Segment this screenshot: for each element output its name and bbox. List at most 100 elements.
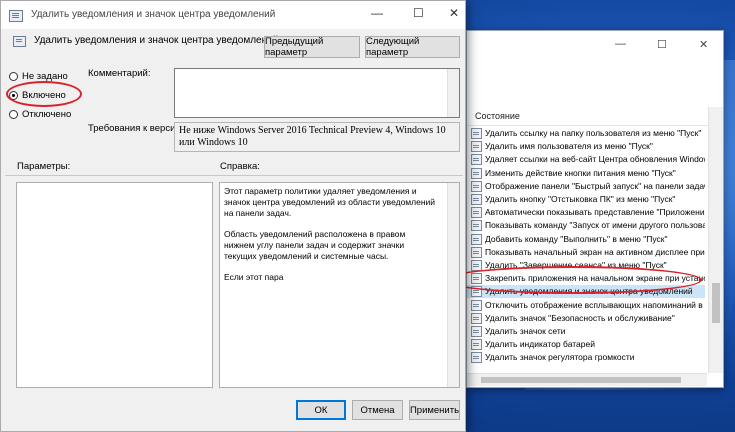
policy-row[interactable]: Удалить индикатор батарей [467, 338, 705, 351]
help-paragraph: Область уведомлений расположена в правом… [224, 229, 406, 261]
dialog-titlebar: Удалить уведомления и значок центра увед… [1, 1, 465, 29]
apply-button[interactable]: Применить [409, 400, 460, 420]
policy-label: Удалить значок регулятора громкости [485, 352, 635, 363]
policy-row[interactable]: Удалить "Завершение сеанса" из меню "Пус… [467, 259, 705, 272]
scrollbar-thumb[interactable] [712, 283, 720, 323]
policy-label: Показывать начальный экран на активном д… [485, 246, 705, 257]
policy-setting-icon [471, 352, 482, 364]
close-button[interactable]: ✕ [699, 38, 708, 51]
policy-row[interactable]: Удалить уведомления и значок центра увед… [467, 285, 705, 299]
policy-list: Удалить ссылку на папку пользователя из … [467, 127, 705, 371]
comment-scrollbar[interactable] [447, 69, 459, 117]
policy-setting-icon [471, 299, 482, 311]
policy-row[interactable]: Удалить значок регулятора громкости [467, 351, 705, 364]
policy-setting-icon [471, 233, 482, 245]
policy-icon [13, 36, 26, 47]
policy-row[interactable]: Удалить ссылку на папку пользователя из … [467, 127, 705, 140]
policy-setting-icon [471, 154, 482, 166]
dialog-title: Удалить уведомления и значок центра увед… [31, 9, 276, 20]
maximize-button[interactable]: ☐ [413, 6, 424, 20]
policy-setting-icon [471, 259, 482, 271]
policy-row[interactable]: Закрепить приложения на начальном экране… [467, 272, 705, 285]
help-scrollbar[interactable] [447, 183, 459, 387]
next-setting-button[interactable]: Следующий параметр [365, 36, 460, 58]
policy-label: Удалить "Завершение сеанса" из меню "Пус… [485, 259, 667, 270]
options-label: Параметры: [17, 161, 71, 172]
policy-name-heading: Удалить уведомления и значок центра увед… [34, 35, 279, 46]
policy-setting-icon [471, 312, 482, 324]
previous-setting-button[interactable]: Предыдущий параметр [264, 36, 360, 58]
radio-enabled[interactable]: Включено [9, 90, 66, 101]
policy-label: Отключить отображение всплывающих напоми… [485, 299, 705, 310]
cancel-button[interactable]: Отмена [352, 400, 403, 420]
policy-row[interactable]: Изменить действие кнопки питания меню "П… [467, 167, 705, 180]
policy-row[interactable]: Показывать команду "Запуск от имени друг… [467, 219, 705, 232]
policy-row[interactable]: Автоматически показывать представление "… [467, 206, 705, 219]
policy-row[interactable]: Показывать начальный экран на активном д… [467, 246, 705, 259]
radio-label: Включено [22, 90, 66, 101]
policy-row[interactable]: Отключить отображение всплывающих напоми… [467, 298, 705, 311]
policy-row[interactable]: Добавить команду "Выполнить" в меню "Пус… [467, 233, 705, 246]
policy-label: Показывать команду "Запуск от имени друг… [485, 220, 705, 231]
policy-row[interactable]: Удалить значок сети [467, 325, 705, 338]
policy-setting-icon [471, 220, 482, 232]
comment-field[interactable] [174, 68, 460, 118]
policy-label: Изменить действие кнопки питания меню "П… [485, 167, 676, 178]
radio-button[interactable] [9, 72, 18, 81]
maximize-button[interactable]: ☐ [657, 38, 667, 51]
policy-setting-icon [471, 128, 482, 140]
radio-disabled[interactable]: Отключено [9, 109, 71, 120]
radio-not-configured[interactable]: Не задано [9, 71, 68, 82]
help-paragraph: Этот параметр политики удаляет уведомлен… [224, 186, 436, 218]
minimize-button[interactable]: — [615, 38, 626, 50]
help-panel: Этот параметр политики удаляет уведомлен… [219, 182, 460, 388]
policy-setting-icon [471, 167, 482, 179]
radio-button[interactable] [9, 110, 18, 119]
policy-row[interactable]: Удалить имя пользователя из меню "Пуск" [467, 140, 705, 153]
radio-label: Не задано [22, 71, 68, 82]
policy-row[interactable]: Отображение панели "Быстрый запуск" на п… [467, 180, 705, 193]
policy-row[interactable]: Удалить кнопку "Отстыковка ПК" из меню "… [467, 193, 705, 206]
section-divider [5, 175, 463, 176]
comment-label: Комментарий: [88, 68, 151, 79]
policy-setting-icon [471, 339, 482, 351]
horizontal-scrollbar[interactable] [467, 373, 707, 386]
minimize-button[interactable]: — [371, 6, 383, 20]
policy-setting-icon [471, 141, 482, 153]
policy-label: Добавить команду "Выполнить" в меню "Пус… [485, 233, 668, 244]
help-label: Справка: [220, 161, 260, 172]
requirements-label: Требования к версии: [88, 123, 184, 134]
policy-setting-icon [471, 246, 482, 258]
policy-label: Удалить значок "Безопасность и обслужива… [485, 312, 675, 323]
policy-row[interactable]: Удалить значок "Безопасность и обслужива… [467, 312, 705, 325]
policy-label: Автоматически показывать представление "… [485, 207, 705, 218]
help-paragraph: Если этот пара [224, 272, 284, 282]
requirements-text: Не ниже Windows Server 2016 Technical Pr… [179, 125, 446, 148]
radio-button-checked[interactable] [9, 91, 18, 100]
column-header-state[interactable]: Состояние [467, 107, 713, 126]
policy-label: Закрепить приложения на начальном экране… [485, 273, 705, 284]
policy-icon [9, 10, 23, 22]
policy-setting-icon [471, 273, 482, 285]
close-button[interactable]: ✕ [449, 6, 459, 20]
policy-label: Удалить имя пользователя из меню "Пуск" [485, 141, 653, 152]
policy-settings-dialog: Удалить уведомления и значок центра увед… [0, 0, 466, 432]
scrollbar-thumb[interactable] [481, 377, 681, 383]
policy-setting-icon [471, 194, 482, 206]
policy-setting-icon [471, 325, 482, 337]
requirements-field: Не ниже Windows Server 2016 Technical Pr… [174, 122, 460, 152]
policy-setting-icon [471, 286, 482, 298]
help-text: Этот параметр политики удаляет уведомлен… [224, 186, 438, 293]
policy-setting-icon [471, 207, 482, 219]
radio-label: Отключено [22, 109, 72, 120]
policy-label: Удаляет ссылки на веб-сайт Центра обновл… [485, 154, 705, 165]
policy-label: Удалить индикатор батарей [485, 339, 595, 350]
vertical-scrollbar[interactable] [708, 107, 723, 373]
options-panel [16, 182, 213, 388]
policy-label: Удалить кнопку "Отстыковка ПК" из меню "… [485, 194, 676, 205]
policy-label: Удалить уведомления и значок центра увед… [485, 286, 693, 297]
policy-label: Удалить значок сети [485, 325, 566, 336]
policy-row[interactable]: Удаляет ссылки на веб-сайт Центра обновл… [467, 153, 705, 166]
ok-button[interactable]: ОК [296, 400, 346, 420]
policy-label: Удалить ссылку на папку пользователя из … [485, 128, 702, 139]
